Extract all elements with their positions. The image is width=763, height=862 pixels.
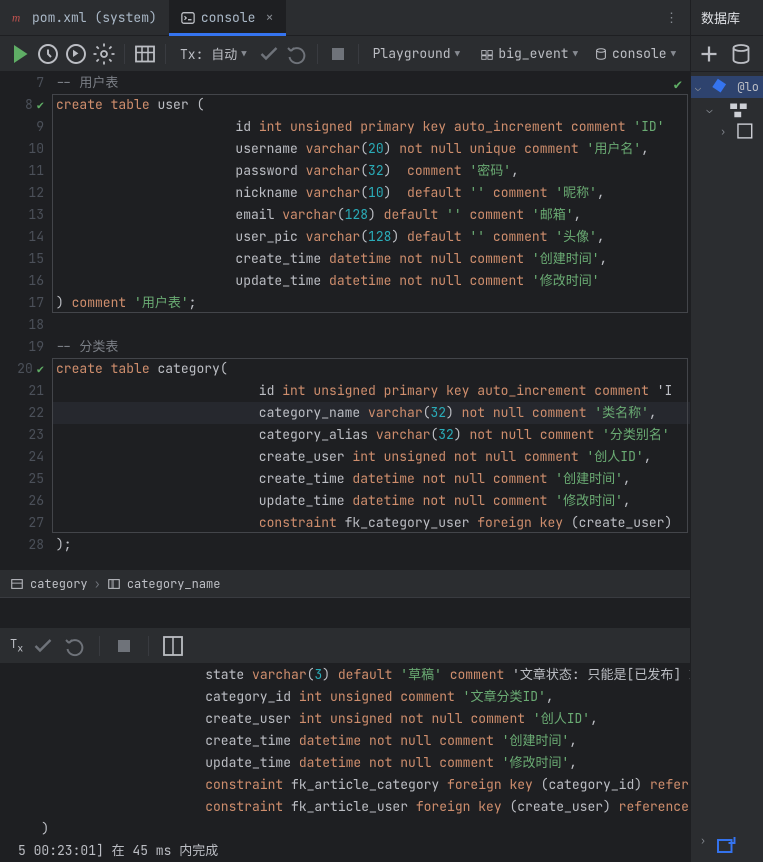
maven-icon: m [12, 11, 26, 25]
database-tree[interactable]: ⌄ @lo ⌄ › [691, 72, 763, 146]
output-console: Tx state varchar(3) default '草稿' comment… [0, 597, 690, 862]
rollback-button[interactable] [285, 42, 309, 66]
code-editor[interactable]: 7 8✔ 9 10 11 12 13 14 15 16 17 18 19 20✔… [0, 72, 690, 569]
separator [124, 44, 125, 64]
editor-tabs: m pom.xml (system) console × ⋮ [0, 0, 690, 36]
breadcrumb-item[interactable]: category_name [127, 576, 221, 592]
chevron-down-icon: ▼ [573, 48, 578, 60]
editor-toolbar: Tx: 自动▼ Playground▼ big_event▼ console▼ [0, 36, 690, 72]
check-icon: ✔ [37, 94, 44, 116]
svg-text:m: m [12, 12, 20, 24]
scroll-from-source-button[interactable] [715, 834, 739, 858]
code-content[interactable]: ✔ -- 用户表create table user ( id int unsig… [52, 72, 690, 569]
console-toolbar: Tx [0, 628, 690, 664]
chevron-down-icon: ⌄ [705, 103, 714, 116]
commit-button[interactable] [31, 634, 55, 658]
tab-label: console [201, 9, 256, 26]
playground-selector[interactable]: Playground▼ [367, 45, 466, 62]
status-check-icon: ✔ [674, 74, 682, 96]
database-toolbar [691, 36, 763, 72]
chevron-down-icon: ▼ [671, 48, 676, 60]
breadcrumb-item[interactable]: category [30, 576, 88, 592]
breadcrumb-separator: › [94, 576, 101, 592]
chevron-right-icon[interactable]: › [697, 834, 709, 858]
chevron-down-icon: ▼ [241, 48, 246, 60]
tabs-more-icon[interactable]: ⋮ [653, 9, 690, 26]
chevron-down-icon: ▼ [455, 48, 460, 60]
tree-node[interactable]: ⌄ [691, 98, 763, 120]
close-icon[interactable]: × [265, 9, 273, 27]
grid-button[interactable] [133, 42, 157, 66]
history-button[interactable] [36, 42, 60, 66]
console-selector[interactable]: console▼ [588, 45, 682, 62]
tx-label: Tx [10, 636, 23, 654]
breadcrumb: category › category_name [0, 569, 690, 597]
panel-title: 数据库 [691, 0, 763, 36]
chevron-down-icon: ⌄ [695, 81, 701, 94]
settings-button[interactable] [92, 42, 116, 66]
tree-node[interactable]: › [691, 120, 763, 142]
explain-button[interactable] [64, 42, 88, 66]
table-icon [10, 577, 24, 591]
database-panel: 数据库 ⌄ @lo ⌄ › › [690, 0, 763, 862]
run-button[interactable] [8, 42, 32, 66]
tree-node-root[interactable]: ⌄ @lo [691, 76, 763, 98]
console-output[interactable]: state varchar(3) default '草稿' comment '文… [18, 664, 690, 862]
separator [165, 44, 166, 64]
panel-bottom-toolbar: › [691, 830, 763, 862]
stop-button[interactable] [112, 634, 136, 658]
tx-mode-selector[interactable]: Tx: 自动▼ [174, 44, 253, 63]
chevron-right-icon: › [719, 125, 727, 138]
separator [358, 44, 359, 64]
datasource-selector[interactable]: big_event▼ [474, 45, 584, 62]
layout-button[interactable] [161, 634, 185, 658]
separator [317, 44, 318, 64]
rollback-button[interactable] [63, 634, 87, 658]
stop-button[interactable] [326, 42, 350, 66]
check-icon: ✔ [37, 358, 44, 380]
tree-node-label: @lo [737, 79, 759, 95]
tab-pom[interactable]: m pom.xml (system) [0, 0, 169, 36]
tab-console[interactable]: console × [169, 0, 286, 36]
add-button[interactable] [697, 42, 721, 66]
commit-button[interactable] [257, 42, 281, 66]
line-gutter: 7 8✔ 9 10 11 12 13 14 15 16 17 18 19 20✔… [0, 72, 52, 569]
tab-label: pom.xml (system) [32, 9, 157, 26]
datasource-button[interactable] [729, 42, 753, 66]
console-icon [181, 11, 195, 25]
column-icon [107, 577, 121, 591]
